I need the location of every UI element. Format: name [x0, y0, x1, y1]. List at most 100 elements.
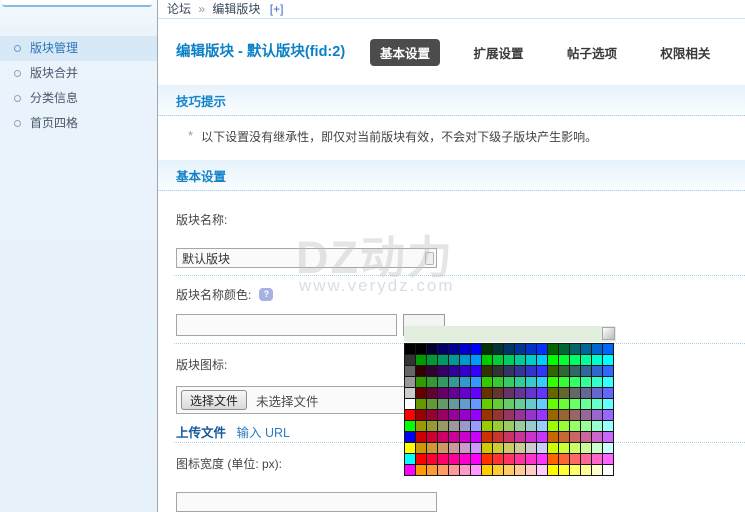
- color-swatch[interactable]: [427, 421, 437, 431]
- color-swatch[interactable]: [416, 443, 426, 453]
- color-swatch[interactable]: [427, 454, 437, 464]
- color-swatch[interactable]: [526, 399, 536, 409]
- color-swatch[interactable]: [471, 388, 481, 398]
- color-swatch[interactable]: [559, 465, 569, 475]
- color-swatch[interactable]: [493, 388, 503, 398]
- color-swatch[interactable]: [548, 399, 558, 409]
- color-swatch[interactable]: [548, 410, 558, 420]
- color-swatch[interactable]: [460, 432, 470, 442]
- color-swatch[interactable]: [427, 344, 437, 354]
- color-swatch[interactable]: [548, 377, 558, 387]
- color-swatch[interactable]: [581, 388, 591, 398]
- color-swatch[interactable]: [405, 344, 415, 354]
- color-swatch[interactable]: [493, 355, 503, 365]
- color-swatch[interactable]: [570, 465, 580, 475]
- color-swatch[interactable]: [504, 432, 514, 442]
- color-swatch[interactable]: [581, 421, 591, 431]
- breadcrumb-forum[interactable]: 论坛: [167, 2, 191, 16]
- color-swatch[interactable]: [493, 399, 503, 409]
- color-swatch[interactable]: [460, 399, 470, 409]
- color-swatch[interactable]: [405, 454, 415, 464]
- color-swatch[interactable]: [471, 366, 481, 376]
- color-swatch[interactable]: [592, 421, 602, 431]
- color-swatch[interactable]: [427, 399, 437, 409]
- color-swatch[interactable]: [493, 377, 503, 387]
- color-swatch[interactable]: [405, 388, 415, 398]
- color-swatch[interactable]: [570, 432, 580, 442]
- color-swatch[interactable]: [427, 432, 437, 442]
- color-swatch[interactable]: [482, 355, 492, 365]
- color-swatch[interactable]: [581, 355, 591, 365]
- color-swatch[interactable]: [449, 421, 459, 431]
- color-swatch[interactable]: [592, 388, 602, 398]
- color-swatch[interactable]: [482, 344, 492, 354]
- color-swatch[interactable]: [482, 443, 492, 453]
- color-swatch[interactable]: [559, 443, 569, 453]
- color-swatch[interactable]: [548, 432, 558, 442]
- color-swatch[interactable]: [416, 344, 426, 354]
- color-swatch[interactable]: [548, 421, 558, 431]
- color-swatch[interactable]: [581, 366, 591, 376]
- color-swatch[interactable]: [427, 377, 437, 387]
- color-swatch[interactable]: [526, 465, 536, 475]
- color-swatch[interactable]: [570, 399, 580, 409]
- color-swatch[interactable]: [471, 399, 481, 409]
- color-swatch[interactable]: [416, 410, 426, 420]
- color-swatch[interactable]: [603, 432, 613, 442]
- color-swatch[interactable]: [493, 465, 503, 475]
- forum-name-input[interactable]: [176, 248, 437, 268]
- color-swatch[interactable]: [482, 465, 492, 475]
- color-swatch[interactable]: [559, 421, 569, 431]
- color-swatch[interactable]: [592, 454, 602, 464]
- sidebar-search-stub[interactable]: [2, 0, 152, 7]
- color-swatch[interactable]: [559, 377, 569, 387]
- color-swatch[interactable]: [592, 465, 602, 475]
- color-swatch[interactable]: [460, 465, 470, 475]
- color-swatch[interactable]: [460, 355, 470, 365]
- color-swatch[interactable]: [493, 344, 503, 354]
- color-swatch[interactable]: [592, 399, 602, 409]
- color-swatch[interactable]: [603, 443, 613, 453]
- color-swatch[interactable]: [537, 344, 547, 354]
- color-swatch[interactable]: [537, 388, 547, 398]
- color-swatch[interactable]: [427, 366, 437, 376]
- color-swatch[interactable]: [438, 366, 448, 376]
- color-swatch[interactable]: [427, 465, 437, 475]
- color-swatch[interactable]: [427, 443, 437, 453]
- color-swatch[interactable]: [482, 366, 492, 376]
- color-swatch[interactable]: [405, 421, 415, 431]
- color-swatch[interactable]: [438, 443, 448, 453]
- color-swatch[interactable]: [438, 454, 448, 464]
- color-swatch[interactable]: [460, 366, 470, 376]
- tab-post-options[interactable]: 帖子选项: [557, 39, 627, 66]
- color-swatch[interactable]: [537, 443, 547, 453]
- color-swatch[interactable]: [515, 399, 525, 409]
- color-swatch[interactable]: [515, 366, 525, 376]
- color-swatch[interactable]: [592, 355, 602, 365]
- color-swatch[interactable]: [515, 443, 525, 453]
- color-swatch[interactable]: [427, 388, 437, 398]
- color-swatch[interactable]: [537, 366, 547, 376]
- color-swatch[interactable]: [570, 344, 580, 354]
- color-swatch[interactable]: [493, 421, 503, 431]
- color-swatch[interactable]: [460, 388, 470, 398]
- color-swatch[interactable]: [548, 344, 558, 354]
- color-swatch[interactable]: [460, 410, 470, 420]
- color-swatch[interactable]: [570, 377, 580, 387]
- color-swatch[interactable]: [493, 454, 503, 464]
- color-swatch[interactable]: [548, 465, 558, 475]
- color-swatch[interactable]: [504, 355, 514, 365]
- color-swatch[interactable]: [603, 421, 613, 431]
- color-swatch[interactable]: [526, 443, 536, 453]
- enter-url-link[interactable]: 输入 URL: [237, 426, 290, 440]
- color-swatch[interactable]: [537, 454, 547, 464]
- color-swatch[interactable]: [471, 355, 481, 365]
- color-swatch[interactable]: [471, 465, 481, 475]
- color-swatch[interactable]: [570, 366, 580, 376]
- color-swatch[interactable]: [438, 465, 448, 475]
- color-swatch[interactable]: [449, 388, 459, 398]
- color-swatch[interactable]: [460, 344, 470, 354]
- color-swatch[interactable]: [537, 399, 547, 409]
- color-swatch[interactable]: [581, 443, 591, 453]
- file-input[interactable]: 选择文件 未选择文件: [176, 386, 437, 414]
